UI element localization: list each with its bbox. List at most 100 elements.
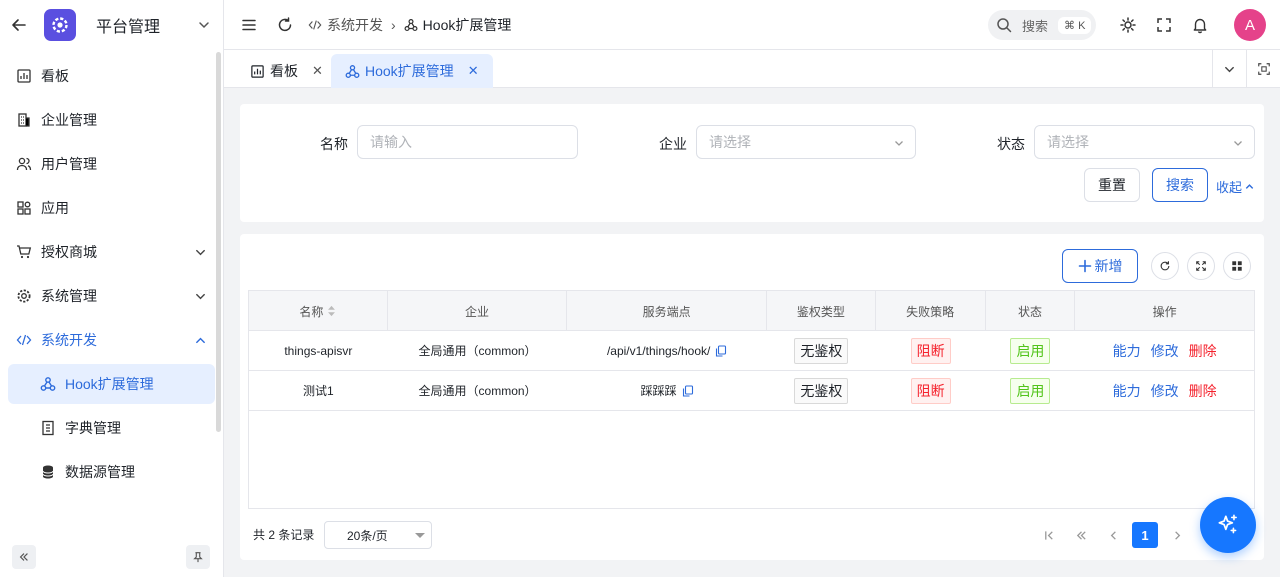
sidebar-item-label: Hook扩展管理 <box>65 376 154 392</box>
sidebar-item-dict[interactable]: 字典管理 <box>8 408 215 448</box>
users-icon <box>16 156 32 172</box>
status-filter-select[interactable]: 请选择 <box>1034 125 1255 159</box>
add-button[interactable]: 新增 <box>1062 249 1138 283</box>
fail-tag: 阻断 <box>910 377 951 404</box>
close-icon[interactable]: ✕ <box>312 63 323 79</box>
sidebar-item-hook[interactable]: Hook扩展管理 <box>8 364 215 404</box>
sidebar-item-dashboard[interactable]: 看板 <box>8 56 215 96</box>
caret-down-icon <box>415 533 425 538</box>
sidebar-item-dev[interactable]: 系统开发 <box>8 320 215 360</box>
tab-maximize-button[interactable] <box>1246 50 1280 88</box>
double-chevron-left-icon <box>1076 530 1086 540</box>
cell-status: 启用 <box>986 371 1076 410</box>
prev-page-button[interactable] <box>1100 522 1126 548</box>
bell-icon[interactable] <box>1191 16 1209 34</box>
collapse-sidebar-button[interactable] <box>12 545 36 569</box>
app-logo <box>44 9 76 41</box>
cart-icon <box>16 244 32 260</box>
sidebar-item-label: 企业管理 <box>41 112 97 128</box>
next-page-button[interactable] <box>1164 522 1190 548</box>
sidebar-item-datasource[interactable]: 数据源管理 <box>8 452 215 492</box>
edit-link[interactable]: 修改 <box>1151 341 1179 361</box>
ai-assistant-button[interactable] <box>1200 497 1256 553</box>
sort-icon[interactable] <box>327 305 336 317</box>
sidebar-item-system[interactable]: 系统管理 <box>8 276 215 316</box>
search-label: 搜索 <box>1022 18 1049 34</box>
code-icon <box>16 332 32 348</box>
webhook-icon <box>40 376 56 392</box>
sidebar-item-label: 授权商城 <box>41 244 97 260</box>
refresh-icon[interactable] <box>276 16 294 34</box>
chevron-down-icon <box>194 246 207 259</box>
sun-icon[interactable] <box>1119 16 1137 34</box>
first-page-button[interactable] <box>1036 522 1062 548</box>
search-button[interactable]: 搜索 <box>1152 168 1208 202</box>
cell-endpoint: 踩踩踩 <box>567 371 767 410</box>
ability-link[interactable]: 能力 <box>1113 341 1141 361</box>
prev-five-button[interactable] <box>1068 522 1094 548</box>
reset-button[interactable]: 重置 <box>1084 168 1140 202</box>
filter-card <box>240 104 1264 222</box>
sidebar-item-company[interactable]: 企业管理 <box>8 100 215 140</box>
auth-tag: 无鉴权 <box>794 377 849 404</box>
copy-icon[interactable] <box>682 384 694 397</box>
sidebar-item-label: 字典管理 <box>65 420 121 436</box>
layout-icon[interactable] <box>1223 252 1251 280</box>
global-search[interactable]: 搜索 ⌘ K <box>988 10 1096 40</box>
cell-fail: 阻断 <box>876 371 986 410</box>
code-icon <box>308 19 322 30</box>
ability-link[interactable]: 能力 <box>1113 381 1141 401</box>
back-arrow-icon[interactable] <box>10 16 28 34</box>
chevron-up-icon <box>1245 184 1254 189</box>
edit-link[interactable]: 修改 <box>1151 381 1179 401</box>
book-icon <box>40 420 56 436</box>
column-header-name[interactable]: 名称 <box>249 291 388 331</box>
name-filter-input[interactable]: 请输入 <box>357 125 578 159</box>
column-header-auth: 鉴权类型 <box>767 291 876 331</box>
column-header-fail: 失败策略 <box>876 291 986 331</box>
platform-title[interactable]: 平台管理 <box>96 13 197 37</box>
close-icon[interactable]: ✕ <box>468 63 479 79</box>
cell-actions: 能力 修改 删除 <box>1075 371 1254 410</box>
pin-icon[interactable] <box>186 545 210 569</box>
status-badge: 启用 <box>1010 337 1051 364</box>
sidebar-item-apps[interactable]: 应用 <box>8 188 215 228</box>
breadcrumb-separator: › <box>391 16 396 33</box>
copy-icon[interactable] <box>715 344 727 357</box>
tabs-dropdown-button[interactable] <box>1212 50 1246 88</box>
tab-dashboard[interactable]: 看板 ✕ <box>236 54 337 88</box>
cell-auth: 无鉴权 <box>767 331 876 370</box>
breadcrumb-item-dev[interactable]: 系统开发 <box>308 15 383 35</box>
page-size-select[interactable]: 20条/页 <box>324 521 432 549</box>
tab-hook[interactable]: Hook扩展管理 ✕ <box>331 54 493 88</box>
sidebar-item-users[interactable]: 用户管理 <box>8 144 215 184</box>
sidebar-item-label: 数据源管理 <box>65 464 135 480</box>
menu-icon[interactable] <box>240 16 258 34</box>
breadcrumb-item-hook: Hook扩展管理 <box>404 15 511 35</box>
reload-icon[interactable] <box>1151 252 1179 280</box>
fail-tag: 阻断 <box>910 337 951 364</box>
delete-link[interactable]: 删除 <box>1189 381 1217 401</box>
expand-icon[interactable] <box>1187 252 1215 280</box>
collapse-filter-link[interactable]: 收起 <box>1216 177 1255 196</box>
cell-auth: 无鉴权 <box>767 371 876 410</box>
sidebar-header: 平台管理 <box>0 0 223 50</box>
building-icon <box>16 112 32 128</box>
dashboard-icon <box>16 68 32 84</box>
status-filter-label: 状态 <box>997 136 1025 152</box>
focus-icon <box>1257 63 1270 75</box>
page-1-button[interactable]: 1 <box>1132 522 1158 548</box>
apps-icon <box>16 200 32 216</box>
total-count: 共 2 条记录 <box>253 528 315 542</box>
table-row: 测试1 全局通用（common） 踩踩踩 无鉴权 阻断 启用 能力 修改 删除 <box>249 371 1254 411</box>
chevron-left-icon <box>1110 530 1116 540</box>
delete-link[interactable]: 删除 <box>1189 341 1217 361</box>
fullscreen-icon[interactable] <box>1155 16 1173 34</box>
sidebar-item-store[interactable]: 授权商城 <box>8 232 215 272</box>
company-filter-select[interactable]: 请选择 <box>696 125 916 159</box>
sidebar-scrollbar[interactable] <box>216 52 221 432</box>
column-header-actions: 操作 <box>1152 304 1177 319</box>
chevron-down-icon[interactable] <box>197 18 211 32</box>
breadcrumb: 系统开发 › Hook扩展管理 <box>308 15 511 35</box>
avatar[interactable]: A <box>1234 9 1266 41</box>
